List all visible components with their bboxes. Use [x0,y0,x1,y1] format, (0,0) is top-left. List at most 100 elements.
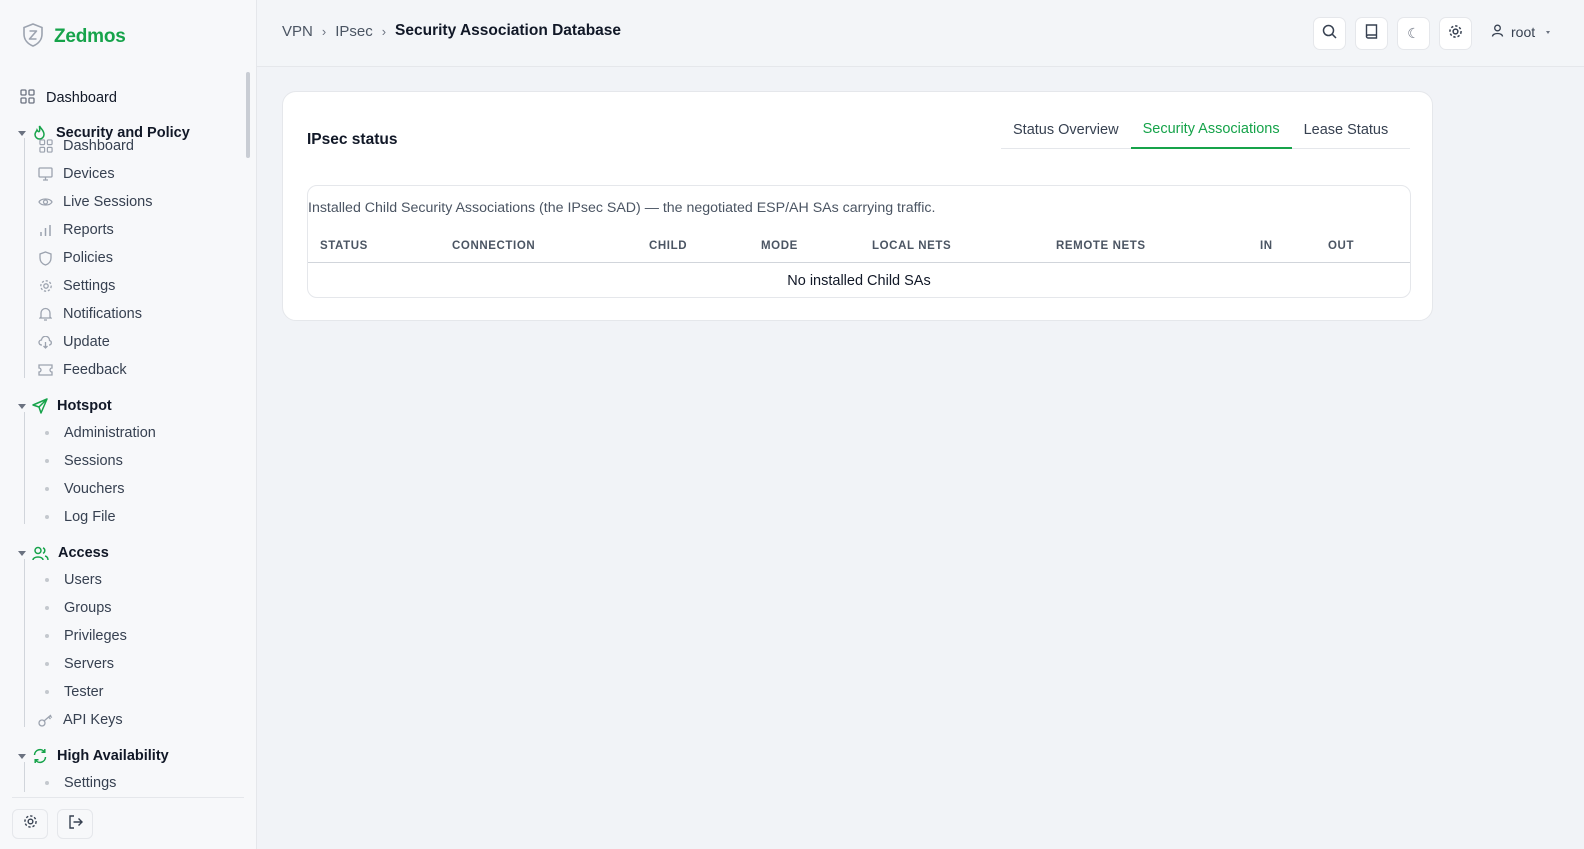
sidebar-item-tester[interactable]: Tester [38,679,104,705]
sidebar-item-label: Policies [63,250,113,266]
column-header-mode[interactable]: MODE [761,240,798,252]
bullet-icon [45,459,49,463]
top-header: VPN › IPsec › Security Association Datab… [257,0,1584,67]
sidebar-item-groups[interactable]: Groups [38,595,112,621]
sidebar-item-label: Live Sessions [63,194,153,210]
search-icon [1322,24,1337,44]
sidebar-item-label: Sessions [64,453,123,469]
sidebar-item-api-keys[interactable]: API Keys [38,707,123,733]
sidebar-item-label: Notifications [63,306,142,322]
bullet-icon [45,606,49,610]
sidebar-item-ha-settings[interactable]: Settings [38,770,116,792]
breadcrumb-vpn[interactable]: VPN [282,23,313,40]
user-menu[interactable]: root [1491,24,1551,40]
sidebar-item-vouchers[interactable]: Vouchers [38,476,124,502]
sidebar-item-label: Administration [64,425,156,441]
caret-down-icon [18,130,26,136]
group-line [24,138,25,378]
card-title: IPsec status [307,131,398,148]
sidebar-item-devices[interactable]: Devices [38,161,115,187]
sidebar-item-servers[interactable]: Servers [38,651,114,677]
sidebar-item-label: Dashboard [63,138,134,154]
moon-icon: ☾ [1407,25,1420,42]
column-header-connection[interactable]: CONNECTION [452,240,535,252]
sidebar-item-dashboard[interactable]: Dashboard [38,133,134,159]
chevron-right-icon: › [381,23,387,39]
tab-bar: Status Overview Security Associations Le… [1001,111,1410,149]
sidebar-item-label: Tester [64,684,104,700]
sidebar-item-feedback[interactable]: Feedback [38,357,127,383]
sidebar: Zedmos Dashboard Security and Policy Das… [0,0,257,849]
sidebar-item-label: Reports [63,222,114,238]
caret-down-icon [18,753,26,759]
sidebar-item-label: Servers [64,656,114,672]
sidebar-item-label: Privileges [64,628,127,644]
tab-lease-status[interactable]: Lease Status [1292,111,1401,149]
column-header-out[interactable]: OUT [1328,240,1354,252]
search-button[interactable] [1313,17,1346,50]
sidebar-scrollbar[interactable] [246,72,250,158]
sidebar-nav[interactable]: Dashboard Security and Policy Dashboard … [0,70,245,792]
sidebar-item-label: Settings [63,278,116,294]
sidebar-item-log-file[interactable]: Log File [38,504,116,530]
sidebar-item-live-sessions[interactable]: Live Sessions [38,189,152,215]
sidebar-item-policies[interactable]: Policies [38,245,113,271]
logout-button[interactable] [57,809,93,839]
user-name: root [1511,24,1536,40]
column-header-in[interactable]: IN [1260,240,1273,252]
breadcrumb: VPN › IPsec › Security Association Datab… [282,22,621,40]
sidebar-item-privileges[interactable]: Privileges [38,623,127,649]
table-header: STATUS CONNECTION CHILD MODE LOCAL NETS … [308,230,1410,263]
breadcrumb-ipsec[interactable]: IPsec [335,23,373,40]
sidebar-item-label: Dashboard [46,90,117,106]
sidebar-item-label: Groups [64,600,112,616]
column-header-status[interactable]: STATUS [320,240,368,252]
user-icon [1491,24,1504,40]
shield-icon [38,250,53,266]
column-header-remote-nets[interactable]: REMOTE NETS [1056,240,1146,252]
column-header-child[interactable]: CHILD [649,240,687,252]
sidebar-item-update[interactable]: Update [38,329,110,355]
bullet-icon [45,690,49,694]
users-icon [32,546,49,561]
group-line [24,762,25,792]
bell-icon [38,307,53,321]
sidebar-item-label: Vouchers [64,481,125,497]
caret-down-icon [1546,30,1551,34]
tab-security-associations[interactable]: Security Associations [1130,111,1292,149]
group-high-availability[interactable]: High Availability [18,742,169,770]
eye-icon [38,196,53,208]
grid-icon [38,139,53,153]
sidebar-item-sessions[interactable]: Sessions [38,448,123,474]
sidebar-item-label: Feedback [63,362,127,378]
group-access[interactable]: Access [18,539,109,567]
ipsec-status-card: IPsec status Status Overview Security As… [282,91,1433,321]
sidebar-item-notifications[interactable]: Notifications [38,301,142,327]
refresh-icon [32,748,48,764]
gear-icon [38,279,53,293]
docs-button[interactable] [1355,17,1388,50]
settings-button[interactable] [1439,17,1472,50]
tab-status-overview[interactable]: Status Overview [1001,111,1131,149]
group-label: Hotspot [57,398,112,414]
column-header-local-nets[interactable]: LOCAL NETS [872,240,951,252]
sidebar-item-label: Update [63,334,110,350]
bullet-icon [45,515,49,519]
sidebar-item-dashboard[interactable]: Dashboard [20,84,117,112]
sidebar-item-settings[interactable]: Settings [38,273,115,299]
sidebar-item-users[interactable]: Users [38,567,102,593]
grid-icon [20,88,35,108]
brand[interactable]: Zedmos [22,22,126,50]
page-title: Security Association Database [395,22,622,39]
sidebar-item-reports[interactable]: Reports [38,217,114,243]
bullet-icon [45,781,49,785]
gear-icon [23,814,38,834]
theme-toggle-button[interactable]: ☾ [1397,17,1430,50]
sidebar-item-administration[interactable]: Administration [38,420,156,446]
group-hotspot[interactable]: Hotspot [18,392,112,420]
sidebar-item-label: Log File [64,509,116,525]
ticket-icon [38,364,53,376]
key-icon [38,714,53,727]
caret-down-icon [18,403,26,409]
preferences-button[interactable] [12,809,48,839]
